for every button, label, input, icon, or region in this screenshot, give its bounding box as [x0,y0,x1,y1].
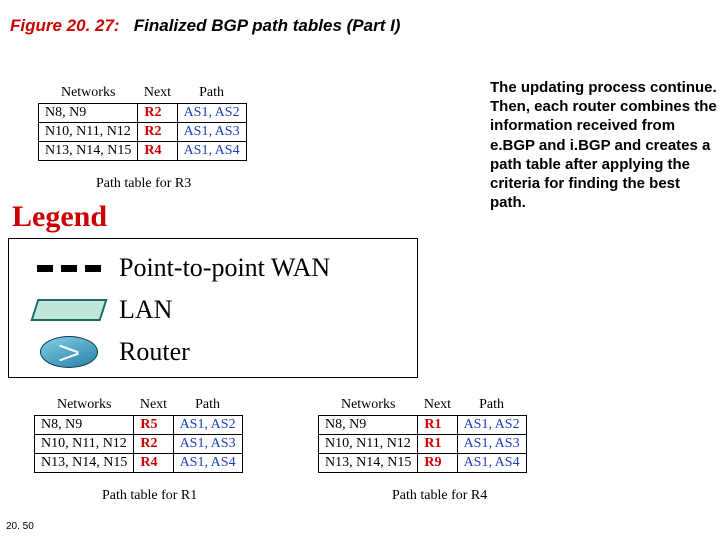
lan-icon [19,299,119,321]
col-next: Next [418,396,457,416]
legend-box: Point-to-point WAN LAN Router [8,238,418,378]
cell-path: AS1, AS2 [173,416,242,435]
cell-next: R1 [418,435,457,454]
description-text: The updating process continue. Then, eac… [490,78,720,212]
cell-next: R4 [138,142,177,161]
table-row: N10, N11, N12 R2 AS1, AS3 [39,123,247,142]
cell-networks: N10, N11, N12 [39,123,138,142]
table-row: N8, N9 R1 AS1, AS2 [319,416,527,435]
table-row: N13, N14, N15 R9 AS1, AS4 [319,454,527,473]
legend-label: Point-to-point WAN [119,253,407,283]
cell-networks: N8, N9 [35,416,134,435]
col-path: Path [177,84,246,104]
table-row: N10, N11, N12 R1 AS1, AS3 [319,435,527,454]
legend-label: LAN [119,295,407,325]
cell-path: AS1, AS3 [173,435,242,454]
cell-path: AS1, AS4 [177,142,246,161]
table-row: N13, N14, N15 R4 AS1, AS4 [35,454,243,473]
cell-networks: N10, N11, N12 [35,435,134,454]
cell-next: R2 [138,104,177,123]
table-row: N8, N9 R5 AS1, AS2 [35,416,243,435]
figure-title: Figure 20. 27: Finalized BGP path tables… [10,16,400,36]
col-networks: Networks [35,396,134,416]
col-networks: Networks [39,84,138,104]
cell-next: R9 [418,454,457,473]
cell-path: AS1, AS3 [177,123,246,142]
cell-path: AS1, AS4 [173,454,242,473]
col-path: Path [173,396,242,416]
cell-path: AS1, AS4 [457,454,526,473]
cell-path: AS1, AS3 [457,435,526,454]
path-table-r4: Networks Next Path N8, N9 R1 AS1, AS2 N1… [318,396,527,473]
col-next: Next [138,84,177,104]
table-row: N10, N11, N12 R2 AS1, AS3 [35,435,243,454]
cell-networks: N13, N14, N15 [39,142,138,161]
legend-item-p2p: Point-to-point WAN [19,247,407,289]
col-path: Path [457,396,526,416]
dashed-line-icon [19,265,119,272]
router-icon [19,336,119,368]
cell-path: AS1, AS2 [457,416,526,435]
figure-number: Figure 20. 27: [10,16,120,35]
legend-label: Router [119,337,407,367]
cell-networks: N13, N14, N15 [35,454,134,473]
figure-name: Finalized BGP path tables (Part I) [134,16,401,35]
slide-number: 20. 50 [6,521,34,532]
legend-title: Legend [12,200,107,234]
cell-networks: N13, N14, N15 [319,454,418,473]
legend-item-lan: LAN [19,289,407,331]
path-table-r4-caption: Path table for R4 [392,488,487,504]
path-table-r1-caption: Path table for R1 [102,488,197,504]
cell-path: AS1, AS2 [177,104,246,123]
cell-networks: N8, N9 [319,416,418,435]
cell-next: R2 [134,435,173,454]
table-row: N8, N9 R2 AS1, AS2 [39,104,247,123]
col-next: Next [134,396,173,416]
cell-networks: N10, N11, N12 [319,435,418,454]
cell-next: R4 [134,454,173,473]
path-table-r3-caption: Path table for R3 [96,176,191,192]
cell-next: R5 [134,416,173,435]
col-networks: Networks [319,396,418,416]
cell-next: R1 [418,416,457,435]
path-table-r1: Networks Next Path N8, N9 R5 AS1, AS2 N1… [34,396,243,473]
path-table-r3: Networks Next Path N8, N9 R2 AS1, AS2 N1… [38,84,247,161]
cell-networks: N8, N9 [39,104,138,123]
cell-next: R2 [138,123,177,142]
table-row: N13, N14, N15 R4 AS1, AS4 [39,142,247,161]
legend-item-router: Router [19,331,407,373]
